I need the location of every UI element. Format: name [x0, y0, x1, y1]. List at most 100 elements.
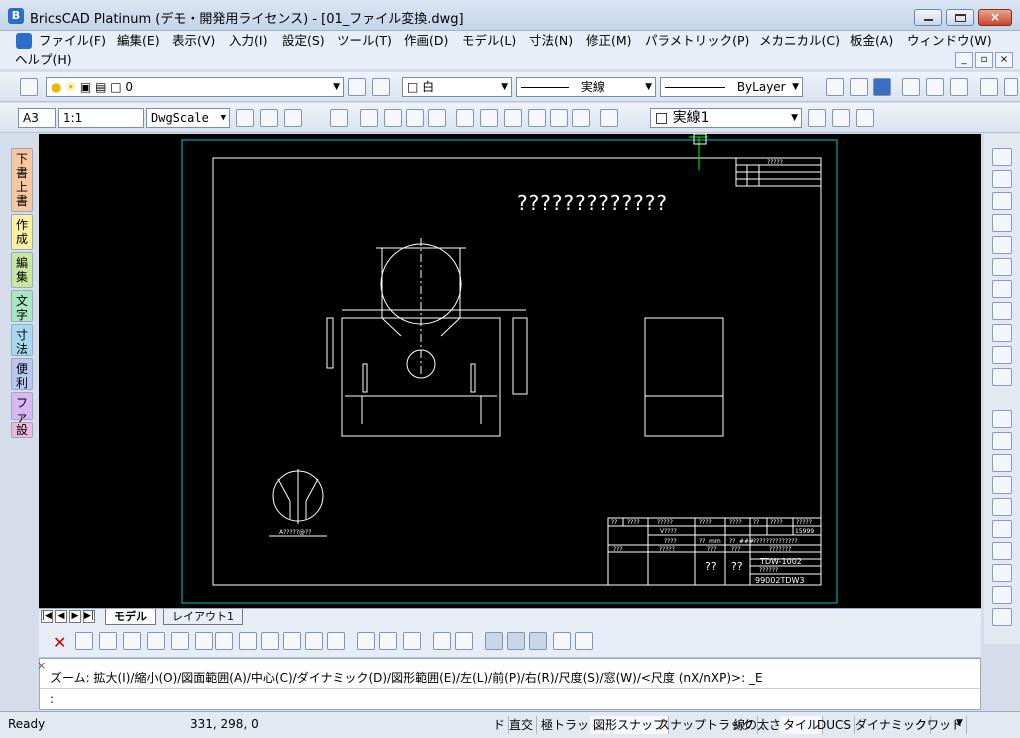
tab-create[interactable]: 作成	[11, 214, 33, 250]
snap-cross-icon[interactable]	[575, 632, 593, 650]
next-tab-icon[interactable]: ▶	[69, 610, 81, 623]
command-input[interactable]: :	[50, 692, 54, 706]
all-on-icon[interactable]	[550, 109, 568, 127]
grid-icon[interactable]	[455, 632, 473, 650]
command-line[interactable]: × ズーム: 拡大(I)/縮小(O)/図面範囲(A)/中心(C)/ダイナミック(…	[37, 658, 981, 710]
select-crossing-icon[interactable]	[992, 432, 1012, 450]
paper-size-field[interactable]: A3	[18, 108, 56, 128]
lineweight-combo[interactable]: ByLayer ▼	[660, 77, 803, 97]
text-style-icon[interactable]	[480, 109, 498, 127]
osnap-insertion-icon[interactable]	[171, 632, 189, 650]
select-group-icon[interactable]	[992, 564, 1012, 582]
osnap-extension-icon[interactable]	[195, 632, 213, 650]
copy-icon[interactable]	[1004, 78, 1018, 96]
text-find-icon[interactable]	[528, 109, 546, 127]
menu-file[interactable]: ファイル(F)	[36, 31, 109, 50]
polar-icon[interactable]	[433, 632, 451, 650]
open-file-icon[interactable]	[850, 78, 868, 96]
bricscad-app-icon[interactable]: B	[8, 8, 24, 24]
dim-star-icon[interactable]	[260, 109, 278, 127]
menu-insert[interactable]: 入力(I)	[226, 31, 270, 50]
pan-hand-icon[interactable]	[992, 324, 1012, 342]
menu-model[interactable]: モデル(L)	[459, 31, 519, 50]
first-tab-icon[interactable]: |◀	[41, 610, 53, 623]
osnap-midpoint-icon[interactable]	[99, 632, 117, 650]
select-pointer-icon[interactable]	[992, 498, 1012, 516]
document-icon[interactable]	[16, 33, 32, 49]
text-scale-icon[interactable]	[832, 109, 850, 127]
dim-text-icon[interactable]	[856, 109, 874, 127]
menu-view[interactable]: 表示(V)	[169, 31, 218, 50]
color-combo[interactable]: □ 白 ▼	[402, 77, 512, 97]
toggle-lineweight[interactable]: 線の太さ	[730, 716, 786, 734]
snap-mode-icon[interactable]	[485, 632, 503, 650]
layer-off-icon[interactable]	[384, 109, 402, 127]
doc-minimize-button[interactable]: _	[955, 52, 973, 68]
linetype-scale-icon[interactable]	[808, 109, 826, 127]
publish-icon[interactable]	[950, 78, 968, 96]
select-lasso-icon[interactable]	[992, 542, 1012, 560]
layer-match-icon[interactable]	[372, 78, 390, 96]
status-menu-chevron-icon[interactable]: ▼	[956, 718, 963, 728]
layer-previous-icon[interactable]	[348, 78, 366, 96]
osnap-quadrant-icon[interactable]	[239, 632, 257, 650]
prev-tab-icon[interactable]: ◀	[55, 610, 67, 623]
osnap-apparent-icon[interactable]	[357, 632, 375, 650]
coordinate-readout[interactable]: 331, 298, 0	[190, 717, 259, 731]
select-add-icon[interactable]	[992, 586, 1012, 604]
zoom-out-icon[interactable]	[992, 236, 1012, 254]
close-icon[interactable]: ×	[37, 659, 46, 672]
save-icon[interactable]	[873, 78, 891, 96]
zoom-extents-icon[interactable]	[992, 258, 1012, 276]
osnap-nearest-icon[interactable]	[123, 632, 141, 650]
zoom-icon[interactable]	[992, 170, 1012, 188]
toggle-ducs[interactable]: DUCS	[814, 716, 856, 734]
tab-model[interactable]: モデル	[105, 609, 156, 625]
menu-edit[interactable]: 編集(E)	[114, 31, 163, 50]
snap-point-icon[interactable]	[553, 632, 571, 650]
drawing-canvas[interactable]: ????? ????????????? A?????@?? ?? ???? ??…	[39, 133, 981, 608]
menu-settings[interactable]: 設定(S)	[279, 31, 328, 50]
osnap-endpoint-icon[interactable]	[75, 632, 93, 650]
linetype2-combo[interactable]: □ 実線1 ▼	[650, 108, 802, 128]
layer-manager-icon[interactable]	[20, 78, 38, 96]
all-off-icon[interactable]	[572, 109, 590, 127]
select-remove-icon[interactable]	[992, 454, 1012, 472]
tab-draft[interactable]: 下書上書	[11, 148, 33, 212]
zoom-realtime-icon[interactable]	[992, 192, 1012, 210]
text-a-icon[interactable]	[456, 109, 474, 127]
zoom-window-icon[interactable]	[992, 280, 1012, 298]
snap-box-icon[interactable]	[529, 632, 547, 650]
osnap-track-icon[interactable]	[403, 632, 421, 650]
print-preview-icon[interactable]	[902, 78, 920, 96]
pencil-icon[interactable]	[992, 148, 1012, 166]
zoom-previous-icon[interactable]	[992, 302, 1012, 320]
dim-cursor-icon[interactable]	[284, 109, 302, 127]
linetype-combo[interactable]: 実線 ▼	[516, 77, 656, 97]
osnap-intersection-icon[interactable]	[379, 632, 397, 650]
doc-close-button[interactable]: ×	[995, 52, 1013, 68]
menu-parametric[interactable]: パラメトリック(P)	[642, 31, 752, 50]
select-window-icon[interactable]	[992, 410, 1012, 428]
osnap-node-icon[interactable]	[147, 632, 165, 650]
pan-cross-icon[interactable]	[992, 368, 1012, 386]
maximize-button[interactable]	[946, 9, 974, 26]
menu-draw[interactable]: 作画(D)	[401, 31, 451, 50]
last-tab-icon[interactable]: ▶|	[83, 610, 95, 623]
dimstyle-combo[interactable]: DwgScale ▼	[146, 108, 230, 128]
menu-tools[interactable]: ツール(T)	[334, 31, 395, 50]
tab-file[interactable]: ファ	[11, 392, 33, 424]
osnap-settings-icon[interactable]	[327, 632, 345, 650]
osnap-parallel-icon[interactable]	[305, 632, 323, 650]
menu-mechanical[interactable]: メカニカル(C)	[756, 31, 843, 50]
menu-modify[interactable]: 修正(M)	[583, 31, 635, 50]
osnap-perpendicular-icon[interactable]	[283, 632, 301, 650]
select-fence-icon[interactable]	[992, 476, 1012, 494]
dim-search-icon[interactable]	[236, 109, 254, 127]
menu-dimension[interactable]: 寸法(N)	[526, 31, 576, 50]
menu-window[interactable]: ウィンドウ(W)	[904, 31, 995, 50]
cut-icon[interactable]	[980, 78, 998, 96]
osnap-center-icon[interactable]	[215, 632, 233, 650]
zoom-dynamic-icon[interactable]	[992, 346, 1012, 364]
tab-dimension[interactable]: 寸法	[11, 324, 33, 356]
